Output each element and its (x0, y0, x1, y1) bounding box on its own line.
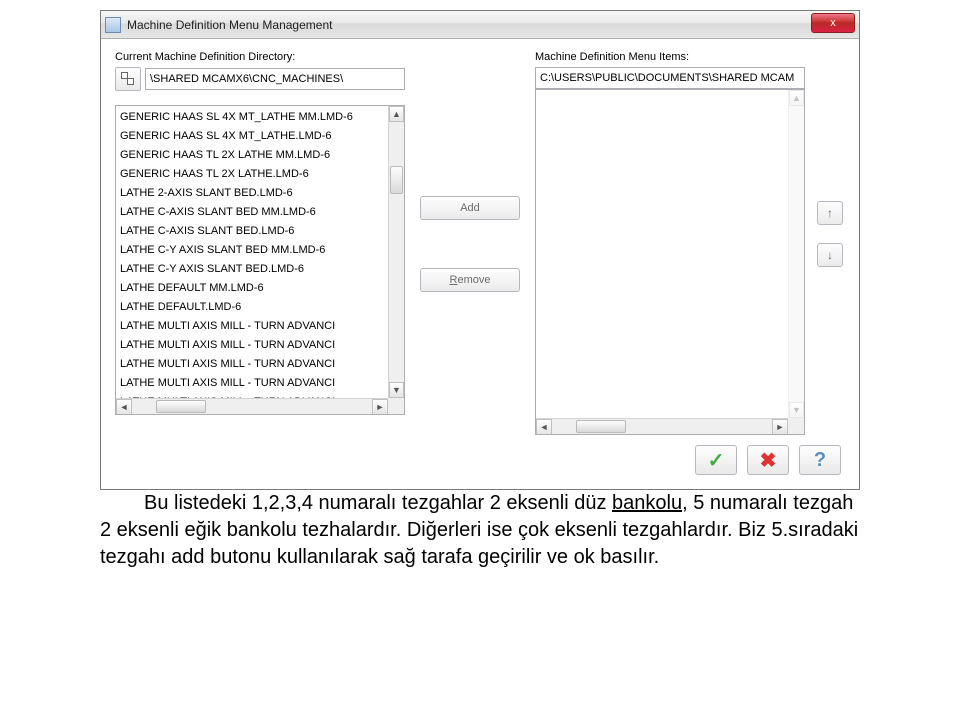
left-column: Current Machine Definition Directory: GE… (115, 51, 405, 415)
list-item[interactable]: LATHE MULTI AXIS MILL - TURN ADVANCI (116, 336, 388, 355)
move-down-button[interactable]: ↓ (817, 243, 843, 267)
list-item[interactable]: LATHE 2-AXIS SLANT BED.LMD-6 (116, 184, 388, 203)
scroll-right-icon[interactable]: ► (372, 399, 388, 415)
tree-icon (121, 72, 135, 86)
caption-underlined: bankolu (612, 492, 682, 514)
right-label: Machine Definition Menu Items: (535, 51, 805, 63)
caption-comma: , (682, 492, 688, 514)
list-item[interactable]: GENERIC HAAS SL 4X MT_LATHE MM.LMD-6 (116, 108, 388, 127)
app-icon (105, 17, 121, 33)
list-item[interactable]: LATHE MULTI AXIS MILL - TURN ADVANCI (116, 355, 388, 374)
list-item[interactable]: LATHE C-AXIS SLANT BED.LMD-6 (116, 222, 388, 241)
dialog-window: Machine Definition Menu Management x Cur… (100, 10, 860, 490)
help-button[interactable]: ? (799, 445, 841, 475)
list-item[interactable]: LATHE DEFAULT.LMD-6 (116, 298, 388, 317)
scroll-left-icon[interactable]: ◄ (536, 419, 552, 435)
list-item[interactable]: LATHE DEFAULT MM.LMD-6 (116, 279, 388, 298)
list-item[interactable]: GENERIC HAAS TL 2X LATHE MM.LMD-6 (116, 146, 388, 165)
cancel-button[interactable]: ✖ (747, 445, 789, 475)
list-item[interactable]: LATHE MULTI AXIS MILL - TURN ADVANCI (116, 374, 388, 393)
scroll-corner (388, 398, 404, 414)
vertical-scrollbar[interactable]: ▲ ▼ (388, 106, 404, 398)
hscroll-thumb[interactable] (156, 400, 206, 413)
check-icon: ✓ (708, 448, 725, 473)
caption-part1: Bu listedeki 1,2,3,4 numaralı tezgahlar … (144, 492, 612, 514)
middle-column: Add Remove (415, 51, 525, 292)
list-item[interactable]: LATHE MULTI AXIS MILL - TURN ADVANCI (116, 317, 388, 336)
add-button[interactable]: Add (420, 196, 520, 220)
scroll-thumb[interactable] (390, 166, 403, 194)
vertical-scrollbar-right[interactable]: ▲ ▼ (788, 90, 804, 418)
scroll-up-icon[interactable]: ▲ (789, 90, 804, 106)
list-item[interactable]: LATHE C-AXIS SLANT BED MM.LMD-6 (116, 203, 388, 222)
horizontal-scrollbar-right[interactable]: ◄ ► (536, 418, 788, 434)
arrow-down-icon: ↓ (827, 248, 833, 262)
ok-button[interactable]: ✓ (695, 445, 737, 475)
question-icon: ? (814, 449, 826, 472)
remove-button[interactable]: Remove (420, 268, 520, 292)
menu-items-list[interactable]: ▲ ▼ ◄ ► (535, 89, 805, 435)
scroll-down-icon[interactable]: ▼ (389, 382, 404, 398)
x-icon: ✖ (760, 448, 777, 473)
scroll-up-icon[interactable]: ▲ (389, 106, 404, 122)
dialog-body: Current Machine Definition Directory: GE… (101, 39, 859, 489)
scroll-corner (788, 418, 804, 434)
machine-list[interactable]: GENERIC HAAS SL 4X MT_LATHE MM.LMD-6GENE… (115, 105, 405, 415)
menu-item-path-input[interactable] (535, 67, 805, 89)
scroll-down-icon[interactable]: ▼ (789, 402, 804, 418)
list-item[interactable]: GENERIC HAAS TL 2X LATHE.LMD-6 (116, 165, 388, 184)
list-item[interactable]: LATHE C-Y AXIS SLANT BED.LMD-6 (116, 260, 388, 279)
left-label: Current Machine Definition Directory: (115, 51, 405, 63)
arrow-up-icon: ↑ (827, 206, 833, 220)
titlebar[interactable]: Machine Definition Menu Management x (101, 11, 859, 39)
remove-button-label: Remove (450, 274, 491, 286)
machine-list-items: GENERIC HAAS SL 4X MT_LATHE MM.LMD-6GENE… (116, 106, 388, 398)
horizontal-scrollbar[interactable]: ◄ ► (116, 398, 388, 414)
dialog-footer: ✓ ✖ ? (115, 435, 845, 479)
window-title: Machine Definition Menu Management (127, 18, 332, 32)
menu-items-inner (536, 90, 788, 418)
list-item[interactable]: LATHE C-Y AXIS SLANT BED MM.LMD-6 (116, 241, 388, 260)
right-column: Machine Definition Menu Items: ▲ ▼ ◄ ► (535, 51, 805, 435)
reorder-column: ↑ ↓ (815, 51, 845, 267)
list-item[interactable]: GENERIC HAAS SL 4X MT_LATHE.LMD-6 (116, 127, 388, 146)
browse-folder-button[interactable] (115, 67, 141, 91)
scroll-right-icon[interactable]: ► (772, 419, 788, 435)
close-button[interactable]: x (811, 13, 855, 33)
move-up-button[interactable]: ↑ (817, 201, 843, 225)
directory-path-input[interactable] (145, 68, 405, 90)
scroll-left-icon[interactable]: ◄ (116, 399, 132, 415)
hscroll-thumb[interactable] (576, 420, 626, 433)
caption-text: Bu listedeki 1,2,3,4 numaralı tezgahlar … (100, 490, 860, 571)
add-button-label: Add (460, 202, 480, 214)
